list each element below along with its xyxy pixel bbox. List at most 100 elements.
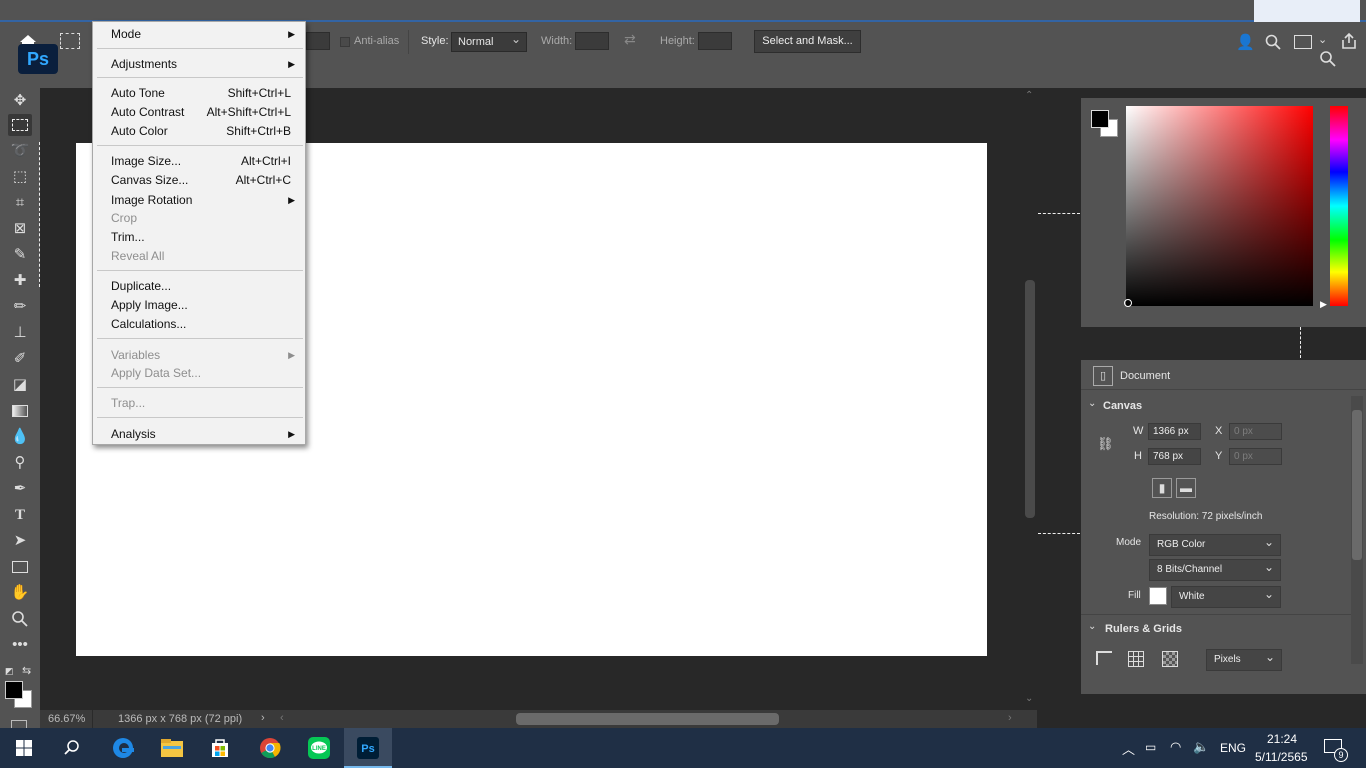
photoshop-taskbar-icon[interactable]: Ps (344, 728, 392, 768)
swap-dimensions-icon[interactable]: ⇄ (624, 31, 644, 51)
default-colors-icon[interactable]: ◩ (5, 666, 15, 676)
quick-mask-icon[interactable] (11, 720, 27, 728)
menu-item-image-size[interactable]: Image Size... Alt+Ctrl+I (111, 152, 291, 170)
menu-item-reveal-all[interactable]: Reveal All (111, 247, 291, 265)
grid-icon[interactable] (1128, 651, 1144, 667)
menu-item-canvas-size[interactable]: Canvas Size... Alt+Ctrl+C (111, 171, 291, 189)
path-selection-tool-icon[interactable]: ➤ (8, 530, 32, 552)
more-tools-icon[interactable]: ••• (8, 634, 32, 656)
canvas-width-field[interactable]: 1366 px (1148, 423, 1201, 440)
type-tool-icon[interactable]: T (8, 504, 32, 526)
anti-alias-checkbox[interactable] (340, 37, 350, 47)
stamp-tool-icon[interactable]: ⊥ (8, 322, 32, 344)
blur-tool-icon[interactable]: 💧 (8, 426, 32, 448)
menu-item-analysis[interactable]: Analysis ▶ (111, 425, 295, 443)
color-foreground-swatch[interactable] (1091, 110, 1109, 128)
menu-item-apply-data-set[interactable]: Apply Data Set... (111, 364, 291, 382)
hue-slider-handle[interactable]: ▶ (1320, 299, 1327, 310)
edge-browser-icon[interactable] (99, 728, 147, 768)
menu-item-calculations[interactable]: Calculations... (111, 315, 291, 333)
share-icon[interactable] (1340, 32, 1358, 50)
gradient-tool-icon[interactable] (8, 400, 32, 422)
clock-date[interactable]: 5/11/2565 (1255, 750, 1308, 764)
menu-item-apply-image[interactable]: Apply Image... (111, 296, 291, 314)
tray-overflow-chevron-icon[interactable]: ︿ (1122, 739, 1135, 758)
portrait-orientation-icon[interactable]: ▮ (1152, 478, 1172, 498)
fill-select[interactable]: White (1171, 584, 1281, 608)
dodge-tool-icon[interactable]: ⚲ (8, 452, 32, 474)
color-mode-select[interactable]: RGB Color (1149, 532, 1281, 556)
frame-tool-icon[interactable]: ⊠ (8, 218, 32, 240)
object-selection-tool-icon[interactable]: ⬚ (8, 166, 32, 188)
menu-item-crop[interactable]: Crop (111, 209, 291, 227)
move-tool-icon[interactable]: ✥ (8, 90, 32, 112)
panel-scroll-thumb[interactable] (1352, 410, 1362, 560)
menu-item-variables[interactable]: Variables ▶ (111, 346, 295, 364)
battery-icon[interactable]: ▭ (1145, 740, 1156, 754)
bit-depth-select[interactable]: 8 Bits/Channel (1149, 557, 1281, 581)
zoom-tool-icon[interactable] (8, 608, 32, 630)
line-app-icon[interactable]: LINE (295, 728, 343, 768)
scroll-up-arrow-icon[interactable]: ⌃ (1025, 90, 1033, 101)
select-and-mask-button[interactable]: Select and Mask... (754, 30, 861, 53)
brush-tool-icon[interactable]: ✏ (8, 296, 32, 318)
share-user-icon[interactable]: 👤 (1236, 33, 1255, 51)
menu-item-trap[interactable]: Trap... (111, 394, 291, 412)
menu-item-trim[interactable]: Trim... (111, 228, 291, 246)
menu-item-auto-color[interactable]: Auto Color Shift+Ctrl+B (111, 122, 291, 140)
canvas-height-field[interactable]: 768 px (1148, 448, 1201, 465)
pixel-grid-icon[interactable] (1162, 651, 1178, 667)
microsoft-store-icon[interactable] (196, 728, 244, 768)
width-field[interactable] (575, 32, 609, 50)
menu-item-adjustments[interactable]: Adjustments ▶ (111, 55, 295, 73)
clock-time[interactable]: 21:24 (1267, 732, 1297, 746)
hue-slider[interactable] (1330, 106, 1348, 306)
horizontal-scroll-thumb[interactable] (516, 713, 779, 725)
link-dimensions-icon[interactable]: ⛓ (1097, 436, 1114, 452)
taskbar-search-icon[interactable] (48, 728, 96, 768)
crop-tool-icon[interactable]: ⌗ (8, 192, 32, 214)
canvas-section-chevron-icon[interactable]: ⌄ (1088, 398, 1096, 409)
zoom-level[interactable]: 66.67% (48, 713, 85, 725)
windows-start-icon[interactable] (0, 728, 48, 768)
ruler-units-select[interactable]: Pixels (1206, 647, 1282, 671)
menu-item-duplicate[interactable]: Duplicate... (111, 277, 291, 295)
foreground-color-swatch[interactable] (5, 681, 23, 699)
search-icon[interactable] (1264, 33, 1282, 51)
chrome-browser-icon[interactable] (246, 728, 294, 768)
canvas-x-field[interactable]: 0 px (1229, 423, 1282, 440)
marquee-tool-icon[interactable] (8, 114, 32, 136)
pen-tool-icon[interactable]: ✒ (8, 478, 32, 500)
workspace-icon[interactable] (1294, 35, 1312, 49)
scroll-down-arrow-icon[interactable]: ⌄ (1025, 693, 1033, 704)
menu-item-auto-tone[interactable]: Auto Tone Shift+Ctrl+L (111, 84, 291, 102)
file-explorer-icon[interactable] (148, 728, 196, 768)
menu-item-auto-contrast[interactable]: Auto Contrast Alt+Shift+Ctrl+L (111, 103, 291, 121)
scroll-right-arrow-icon[interactable]: › (1008, 712, 1012, 724)
height-field[interactable] (698, 32, 732, 50)
rulers-section-chevron-icon[interactable]: ⌄ (1088, 621, 1096, 632)
history-brush-tool-icon[interactable]: ✐ (8, 348, 32, 370)
healing-brush-tool-icon[interactable]: ✚ (8, 270, 32, 292)
color-picker-handle[interactable] (1124, 299, 1132, 307)
eraser-tool-icon[interactable]: ◪ (8, 374, 32, 396)
scroll-left-arrow-icon[interactable]: ‹ (280, 712, 284, 724)
feather-field[interactable] (306, 32, 330, 50)
vertical-scroll-thumb[interactable] (1025, 280, 1035, 518)
ruler-icon[interactable] (1096, 651, 1112, 665)
chevron-down-icon[interactable]: ⌄ (1318, 33, 1327, 46)
search-icon[interactable] (1318, 50, 1338, 68)
lasso-tool-icon[interactable]: ➰ (8, 140, 32, 162)
fill-color-swatch[interactable] (1149, 587, 1167, 605)
rectangle-tool-icon[interactable] (8, 556, 32, 578)
landscape-orientation-icon[interactable]: ▬ (1176, 478, 1196, 498)
input-language[interactable]: ENG (1220, 741, 1246, 755)
window-controls-area[interactable] (1254, 0, 1360, 22)
eyedropper-tool-icon[interactable]: ✎ (8, 244, 32, 266)
canvas-section-title[interactable]: Canvas (1103, 400, 1142, 412)
status-expand-icon[interactable]: › (261, 712, 265, 724)
style-select[interactable]: Normal (451, 30, 527, 52)
saturation-value-picker[interactable] (1126, 106, 1313, 306)
rulers-section-title[interactable]: Rulers & Grids (1105, 623, 1182, 635)
canvas-y-field[interactable]: 0 px (1229, 448, 1282, 465)
